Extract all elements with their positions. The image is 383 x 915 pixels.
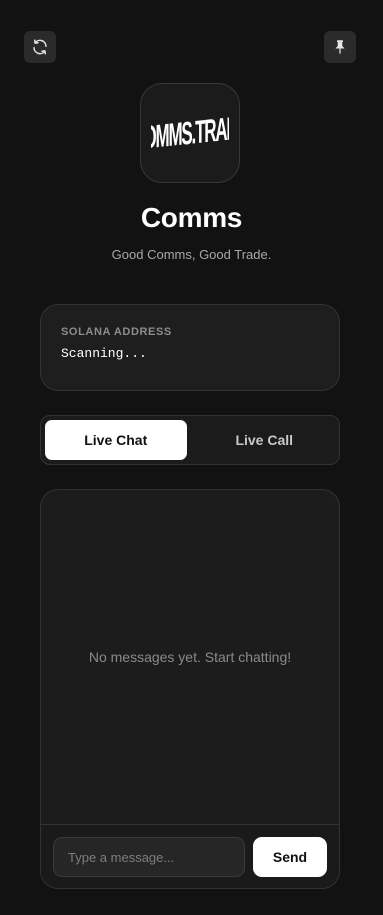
pin-button[interactable] bbox=[324, 31, 356, 63]
message-input[interactable] bbox=[53, 837, 245, 877]
pin-icon bbox=[331, 38, 349, 56]
send-button[interactable]: Send bbox=[253, 837, 327, 877]
tab-live-call[interactable]: Live Call bbox=[194, 420, 336, 460]
message-list[interactable]: No messages yet. Start chatting! bbox=[41, 490, 339, 824]
tab-live-chat[interactable]: Live Chat bbox=[45, 420, 187, 460]
refresh-icon bbox=[31, 38, 49, 56]
refresh-button[interactable] bbox=[24, 31, 56, 63]
address-value: Scanning... bbox=[61, 346, 147, 361]
message-composer: Send bbox=[41, 824, 339, 888]
mode-tabs: Live Chat Live Call bbox=[40, 415, 340, 465]
logo-text: COMMS.TRADE bbox=[151, 110, 229, 157]
comms-trade-logo-mark: COMMS.TRADE bbox=[151, 110, 229, 157]
app-subtitle: Good Comms, Good Trade. bbox=[111, 247, 272, 262]
empty-chat-message: No messages yet. Start chatting! bbox=[88, 649, 292, 665]
app-title: Comms bbox=[140, 202, 243, 233]
app-logo: COMMS.TRADE bbox=[140, 83, 240, 183]
solana-address-card: SOLANA ADDRESS Scanning... bbox=[40, 304, 340, 391]
chat-panel: No messages yet. Start chatting! Send bbox=[40, 489, 340, 889]
address-label: SOLANA ADDRESS bbox=[61, 326, 172, 338]
app-page: COMMS.TRADE Comms Good Comms, Good Trade… bbox=[0, 0, 383, 915]
